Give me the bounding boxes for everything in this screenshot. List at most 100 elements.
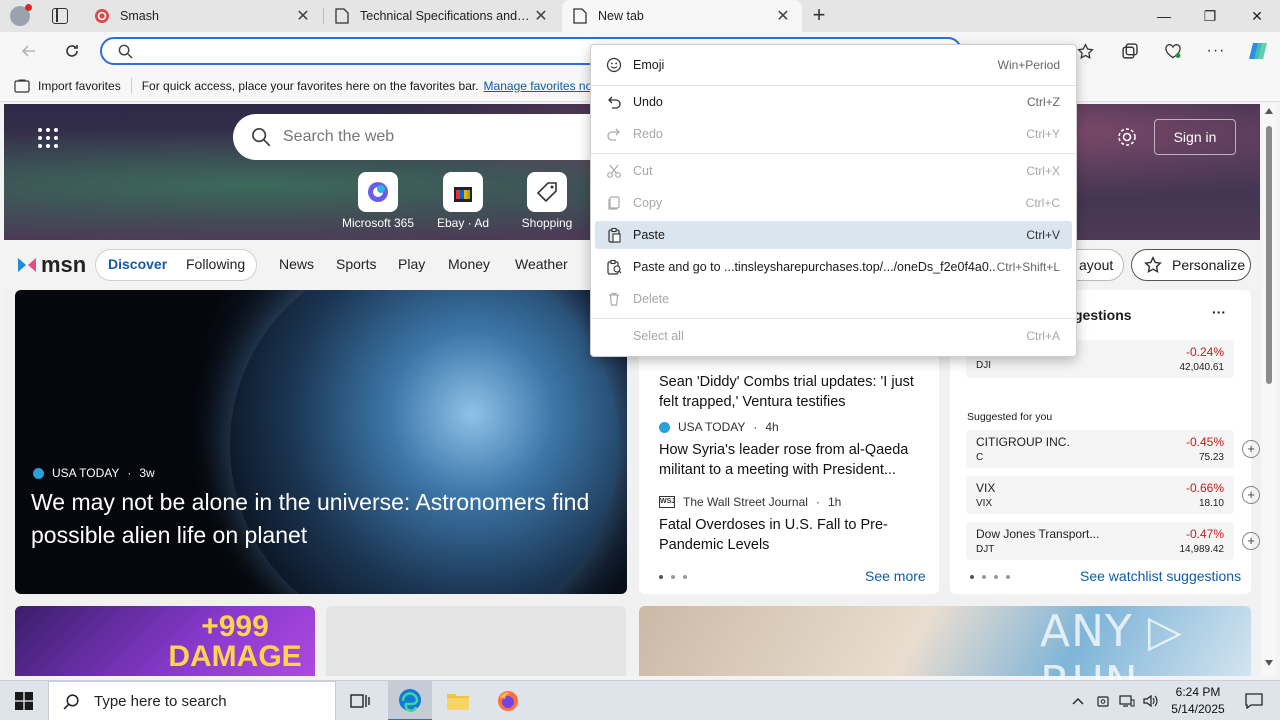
- news-item[interactable]: USA TODAY · 4h How Syria's leader rose fro…: [659, 420, 925, 480]
- tab-new-tab[interactable]: New tab ✕: [562, 0, 802, 32]
- volume-icon[interactable]: [1140, 681, 1162, 720]
- tab-actions-icon[interactable]: [52, 8, 68, 24]
- tab-close-icon[interactable]: ✕: [774, 6, 792, 26]
- tab-following[interactable]: Following: [186, 256, 245, 272]
- tab-title: Smash: [120, 9, 159, 23]
- file-explorer-button[interactable]: [436, 681, 480, 720]
- menu-item-undo[interactable]: Undo Ctrl+Z: [595, 88, 1072, 116]
- copilot-button[interactable]: [1243, 36, 1273, 66]
- wsj-icon: WSJ: [659, 496, 675, 508]
- network-icon-glyph: [1119, 695, 1135, 707]
- nav-sports[interactable]: Sports: [336, 256, 376, 272]
- promo-card[interactable]: +999 DAMAGE: [15, 606, 315, 676]
- smash-favicon-icon: [94, 8, 110, 24]
- menu-separator: [591, 85, 1076, 86]
- copy-icon: [608, 196, 620, 210]
- taskbar-search-box[interactable]: Type here to search: [48, 681, 336, 720]
- device-icon[interactable]: [1092, 681, 1114, 720]
- task-view-button[interactable]: [338, 681, 382, 720]
- search-placeholder: Search the web: [283, 128, 395, 145]
- menu-separator: [591, 318, 1076, 319]
- redo-icon: [607, 128, 620, 141]
- quick-link-ebay[interactable]: Ebay · Ad: [418, 172, 508, 230]
- minimize-button[interactable]: —: [1141, 0, 1187, 32]
- show-hidden-icons-button[interactable]: [1066, 681, 1090, 720]
- taskbar-clock[interactable]: 6:24 PM 5/14/2025: [1168, 684, 1228, 718]
- scroll-down-icon[interactable]: [1265, 660, 1273, 666]
- page-scrollbar[interactable]: [1262, 104, 1276, 676]
- firefox-button[interactable]: [486, 681, 530, 720]
- tab-close-icon[interactable]: ✕: [294, 6, 312, 26]
- divider: [130, 77, 132, 94]
- page-settings-gear-icon[interactable]: [1116, 126, 1138, 151]
- scrollbar-thumb[interactable]: [1266, 126, 1272, 384]
- stock-row[interactable]: Dow Jones Transport... DJT -0.47% 14,989…: [966, 522, 1260, 560]
- tab-close-icon[interactable]: ✕: [532, 6, 550, 26]
- maximize-button[interactable]: ❐: [1187, 0, 1233, 32]
- context-menu: Emoji Win+Period Undo Ctrl+Z Redo Ctrl+Y…: [590, 44, 1077, 357]
- menu-item-emoji[interactable]: Emoji Win+Period: [595, 51, 1072, 79]
- import-favorites-button[interactable]: Import favorites: [14, 79, 121, 93]
- nav-weather[interactable]: Weather: [515, 256, 568, 272]
- story-source: USA TODAY · 3w: [33, 466, 155, 480]
- add-to-watchlist-icon[interactable]: +: [1242, 532, 1260, 550]
- tab-smash[interactable]: Smash ✕: [84, 0, 322, 32]
- nav-news[interactable]: News: [279, 256, 314, 272]
- edge-taskbar-button[interactable]: [388, 681, 432, 720]
- carousel-dots[interactable]: [970, 575, 1010, 579]
- speaker-icon: [1143, 694, 1158, 708]
- settings-more-button[interactable]: ···: [1201, 36, 1231, 66]
- taskbar-search-placeholder: Type here to search: [94, 692, 227, 710]
- start-button[interactable]: [2, 681, 46, 720]
- nav-play[interactable]: Play: [398, 256, 425, 272]
- network-icon[interactable]: [1116, 681, 1138, 720]
- scroll-up-icon[interactable]: [1265, 108, 1273, 114]
- sign-in-button[interactable]: Sign in: [1154, 119, 1236, 155]
- browser-essentials-button[interactable]: [1158, 36, 1188, 66]
- page-icon: [334, 8, 350, 24]
- paste-go-icon: [607, 259, 622, 275]
- featured-story[interactable]: USA TODAY · 3w We may not be alone in th…: [15, 290, 627, 594]
- back-button[interactable]: [14, 36, 44, 66]
- see-more-link[interactable]: See more: [865, 568, 926, 584]
- menu-item-delete[interactable]: Delete: [595, 285, 1072, 313]
- menu-item-paste[interactable]: Paste Ctrl+V: [595, 221, 1072, 249]
- news-item[interactable]: Sean 'Diddy' Combs trial updates: 'I jus…: [659, 366, 925, 412]
- quick-link-microsoft-365[interactable]: Microsoft 365: [333, 172, 423, 230]
- nav-money[interactable]: Money: [448, 256, 490, 272]
- add-to-watchlist-icon[interactable]: +: [1242, 486, 1260, 504]
- close-window-button[interactable]: ✕: [1234, 0, 1280, 32]
- import-favorites-label: Import favorites: [38, 78, 121, 93]
- microsoft-365-icon: [368, 182, 388, 202]
- new-tab-button[interactable]: +: [808, 3, 830, 27]
- tab-discover[interactable]: Discover: [108, 256, 167, 272]
- cut-icon: [607, 164, 621, 178]
- favorites-message: For quick access, place your favorites h…: [141, 78, 479, 93]
- stock-row[interactable]: CITIGROUP INC. C -0.45% 75.23 +: [966, 430, 1260, 468]
- msn-logo[interactable]: msn: [16, 252, 86, 278]
- personalize-button[interactable]: Personalize: [1131, 249, 1251, 281]
- menu-item-redo[interactable]: Redo Ctrl+Y: [595, 120, 1072, 148]
- menu-item-copy[interactable]: Copy Ctrl+C: [595, 189, 1072, 217]
- see-watchlist-suggestions-link[interactable]: See watchlist suggestions: [1080, 568, 1241, 584]
- windows-logo-icon: [15, 692, 33, 710]
- collections-button[interactable]: [1114, 36, 1144, 66]
- menu-item-cut[interactable]: Cut Ctrl+X: [595, 157, 1072, 185]
- menu-item-paste-and-go[interactable]: Paste and go to ...tinsleysharepurchases…: [595, 253, 1072, 281]
- menu-item-select-all[interactable]: Select all Ctrl+A: [595, 322, 1072, 350]
- watchlist-more-button[interactable]: ···: [1212, 304, 1226, 320]
- price-tag-icon: [536, 182, 557, 203]
- heartbeat-icon: [1165, 43, 1181, 58]
- stock-row[interactable]: VIX VIX -0.66% 18.10 +: [966, 476, 1260, 514]
- profile-avatar[interactable]: [10, 4, 32, 26]
- web-search-box[interactable]: Search the web: [233, 114, 613, 160]
- notifications-button[interactable]: [1232, 681, 1276, 720]
- manage-favorites-link[interactable]: Manage favorites now: [484, 79, 601, 93]
- add-to-watchlist-icon[interactable]: +: [1242, 440, 1260, 458]
- refresh-button[interactable]: [57, 36, 87, 66]
- apps-launcher-icon[interactable]: [38, 128, 58, 148]
- tab-technical-specifications[interactable]: Technical Specifications and Vendor ✕: [324, 0, 560, 32]
- news-item[interactable]: WSJ The Wall Street Journal · 1h Fatal Ove…: [659, 495, 925, 555]
- quick-link-shopping[interactable]: Shopping: [502, 172, 592, 230]
- carousel-dots[interactable]: [659, 575, 687, 579]
